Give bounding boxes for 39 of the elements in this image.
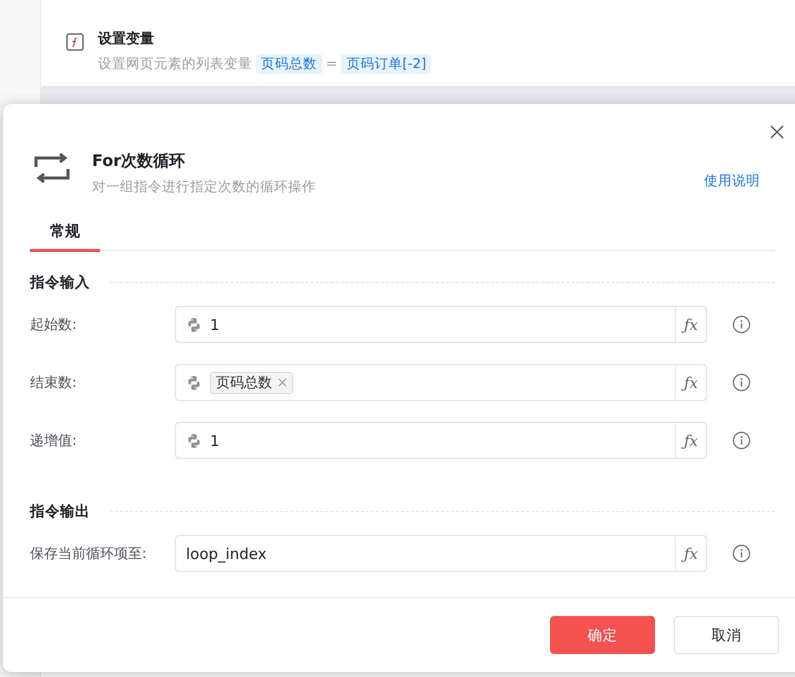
variable-tag: 页码总数 [256, 54, 322, 74]
step-title: 设置变量 [98, 30, 155, 48]
field-label: 递增值: [30, 432, 78, 450]
formula-button[interactable]: ƒx [675, 423, 706, 458]
section-title: 指令输出 [30, 502, 90, 521]
python-icon [186, 374, 202, 390]
variable-tag: 页码总数 [210, 372, 293, 394]
python-icon [186, 432, 202, 448]
field-value: 1 [210, 432, 220, 450]
cancel-button[interactable]: 取消 [674, 616, 779, 654]
formula-button[interactable]: ƒx [675, 307, 706, 342]
operator-text: = [326, 56, 338, 72]
formula-button[interactable]: ƒx [675, 536, 706, 571]
tab[interactable]: 常规 [30, 222, 100, 252]
help-link[interactable]: 使用说明 [704, 172, 760, 190]
loop-icon [34, 152, 70, 184]
section-title: 指令输入 [30, 274, 90, 292]
dialog-description: 对一组指令进行指定次数的循环操作 [92, 178, 316, 196]
field-label: 起始数: [30, 316, 78, 334]
field-label: 结束数: [30, 374, 78, 392]
close-icon[interactable] [769, 124, 785, 140]
field-label: 保存当前循环项至: [30, 544, 148, 562]
input-field[interactable]: 页码总数 ƒx [175, 364, 707, 401]
info-icon[interactable] [732, 431, 751, 450]
input-field[interactable]: 1 ƒx [175, 306, 707, 343]
info-icon[interactable] [732, 373, 751, 392]
field-value: 1 [210, 316, 220, 334]
remove-icon[interactable] [278, 378, 287, 387]
input-field[interactable]: 1 ƒx [175, 422, 707, 459]
formula-button[interactable]: ƒx [675, 365, 706, 400]
step-description: 设置网页元素的列表变量 [98, 55, 252, 73]
field-value: loop_index [186, 544, 267, 562]
info-icon[interactable] [732, 315, 751, 334]
info-icon[interactable] [732, 544, 751, 563]
dialog-title: For次数循环 [92, 151, 186, 172]
input-field[interactable]: loop_index ƒx [175, 535, 707, 572]
variable-tag: 页码订单[-2] [341, 54, 432, 74]
function-icon [66, 33, 84, 51]
python-icon [186, 316, 202, 332]
